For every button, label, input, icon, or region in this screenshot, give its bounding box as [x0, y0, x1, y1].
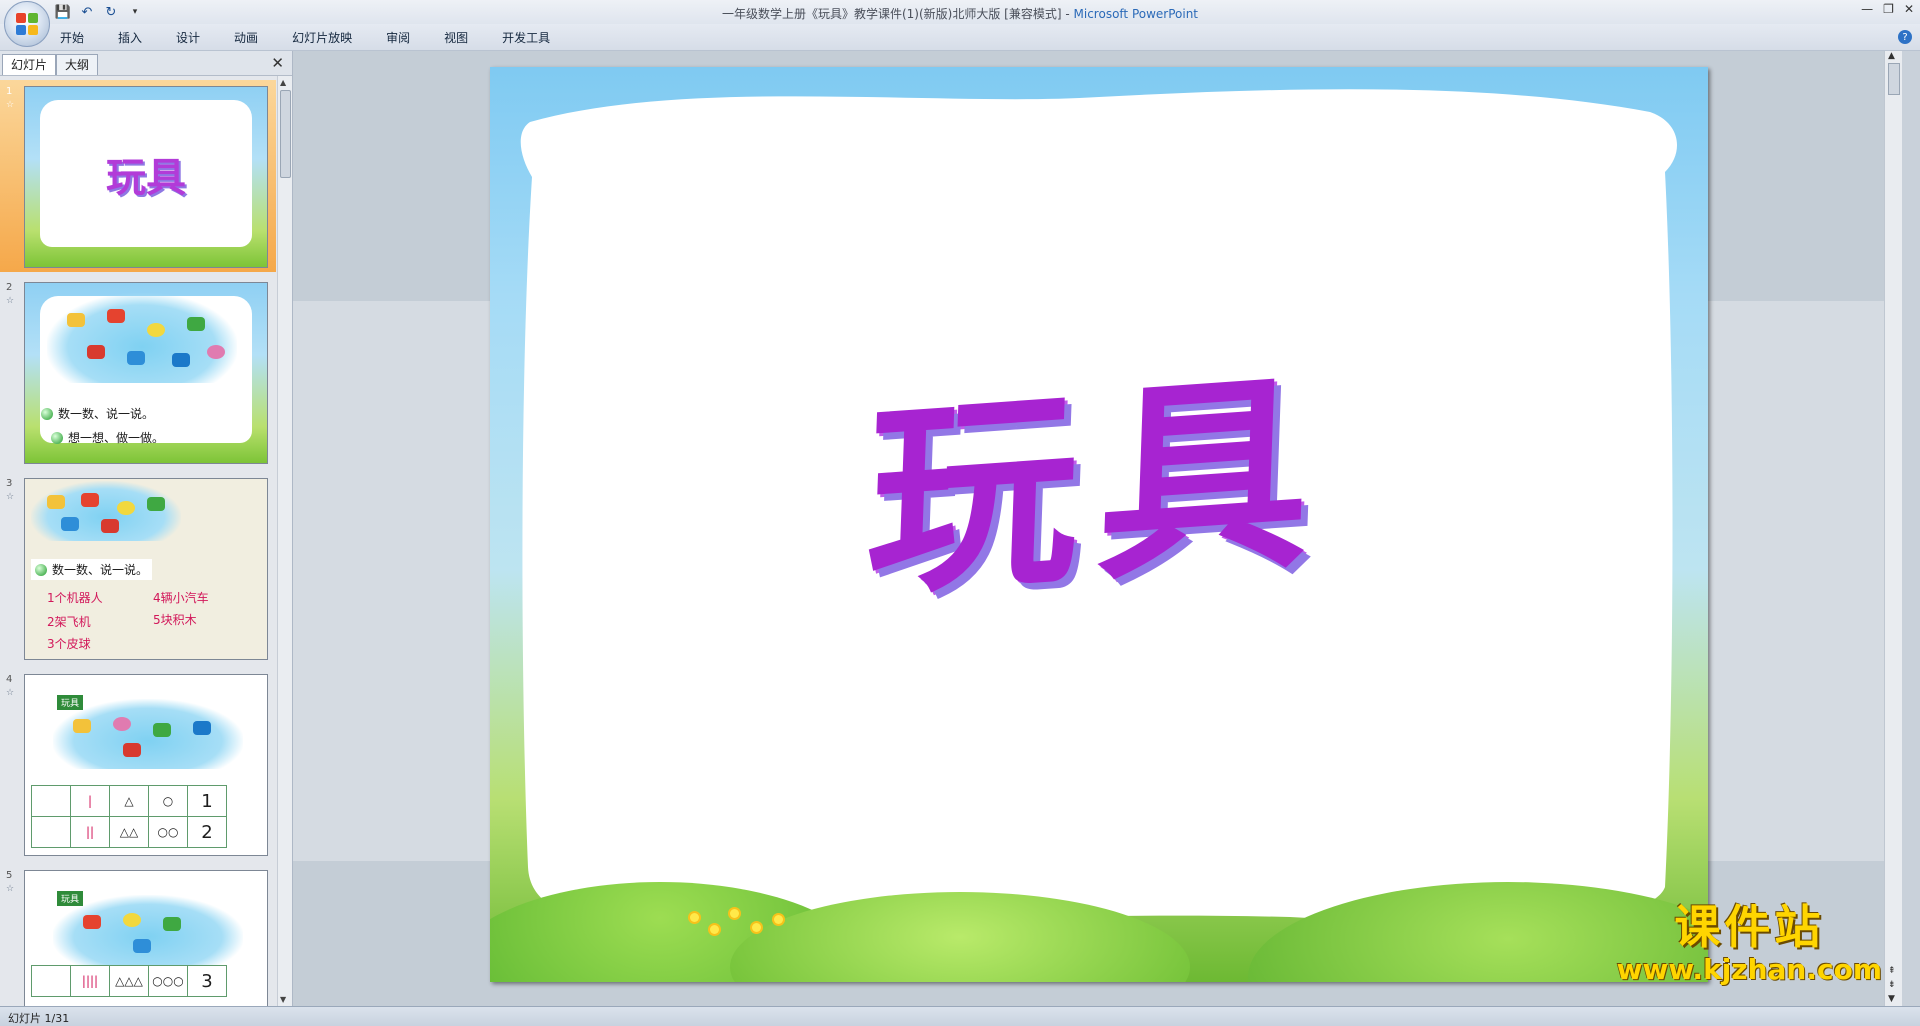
- thumbnail-item: 1个机器人: [47, 591, 103, 605]
- tab-developer[interactable]: 开发工具: [502, 29, 568, 46]
- scroll-down-icon[interactable]: ▼: [280, 995, 286, 1004]
- tab-outline[interactable]: 大纲: [56, 54, 99, 75]
- app-name: Microsoft PowerPoint: [1073, 7, 1199, 21]
- editor-scrollbar[interactable]: ▲ ⇞ ⇟ ▼: [1884, 51, 1902, 1006]
- close-button[interactable]: ✕: [1904, 2, 1914, 16]
- toys-illustration: [53, 895, 243, 965]
- toys-illustration: [31, 481, 181, 541]
- thumbnail-list: 1 ☆ 玩具 2 ☆ 数一数、说一说。 想一想、做一做。 3 ☆ 数一数、说一说…: [0, 76, 276, 1006]
- slide-number: 5: [6, 870, 13, 881]
- thumbnail-item: 3个皮球: [47, 637, 91, 651]
- thumbnail-table: |||| △△△ ○○○ 3: [31, 965, 227, 997]
- flower-icon: [774, 915, 783, 924]
- office-button[interactable]: [4, 1, 50, 47]
- slide-number: 4: [6, 674, 13, 685]
- tab-review[interactable]: 审阅: [386, 29, 428, 46]
- tab-view[interactable]: 视图: [444, 29, 486, 46]
- thumbnail-title: 玩具: [106, 154, 186, 201]
- toys-illustration: [47, 293, 237, 383]
- thumbnail-preview: 玩具 |||| △△△ ○○○ 3: [24, 870, 268, 1006]
- slide-thumbnail-1[interactable]: 1 ☆ 玩具: [0, 80, 276, 272]
- slide-counter: 幻灯片 1/31: [8, 1012, 70, 1025]
- next-slide-icon[interactable]: ⇟: [1888, 980, 1896, 990]
- thumbnail-item: 2架飞机: [47, 615, 91, 629]
- tab-design[interactable]: 设计: [176, 29, 218, 46]
- transition-star-icon: ☆: [6, 688, 15, 698]
- thumbnail-bullet: 数一数、说一说。: [41, 405, 154, 422]
- scroll-down-icon[interactable]: ▼: [1888, 994, 1895, 1004]
- restore-button[interactable]: ❐: [1883, 2, 1894, 16]
- minimize-button[interactable]: —: [1861, 2, 1873, 16]
- thumbnail-preview: 数一数、说一说。 1个机器人 2架飞机 3个皮球 4辆小汽车 5块积木: [24, 478, 268, 660]
- slide-thumbnail-3[interactable]: 3 ☆ 数一数、说一说。 1个机器人 2架飞机 3个皮球 4辆小汽车 5块积木: [0, 472, 276, 664]
- tab-slideshow[interactable]: 幻灯片放映: [292, 29, 370, 46]
- title-bar: 💾 ↶ ↻ ▾ 一年级数学上册《玩具》教学课件(1)(新版)北师大版 [兼容模式…: [0, 0, 1920, 47]
- slide-thumbnail-2[interactable]: 2 ☆ 数一数、说一说。 想一想、做一做。: [0, 276, 276, 468]
- window-title: 一年级数学上册《玩具》教学课件(1)(新版)北师大版 [兼容模式] - Micr…: [0, 5, 1920, 22]
- thumbnail-preview: 数一数、说一说。 想一想、做一做。: [24, 282, 268, 464]
- previous-slide-icon[interactable]: ⇞: [1888, 966, 1896, 976]
- slide-number: 3: [6, 478, 13, 489]
- slide-thumbnail-5[interactable]: 5 ☆ 玩具 |||| △△△ ○○○ 3: [0, 864, 276, 1006]
- watermark-logo: 课件站 www.kjzhan.com: [1617, 891, 1882, 986]
- flower-icon: [710, 925, 719, 934]
- panel-scrollbar[interactable]: ▲ ▼: [277, 76, 292, 1006]
- panel-scroll-thumb[interactable]: [280, 90, 291, 178]
- transition-star-icon: ☆: [6, 884, 15, 894]
- toys-illustration: [53, 699, 243, 769]
- status-bar: 幻灯片 1/31: [0, 1006, 1920, 1026]
- tab-home[interactable]: 开始: [60, 29, 102, 46]
- slide-thumbnail-4[interactable]: 4 ☆ 玩具 | △ ○ 1: [0, 668, 276, 860]
- editor-scroll-thumb[interactable]: [1888, 63, 1900, 95]
- watermark-name: 课件站: [1674, 900, 1825, 954]
- transition-star-icon: ☆: [6, 100, 15, 110]
- thumbnail-bullet: 想一想、做一做。: [51, 429, 164, 446]
- thumbnail-table: | △ ○ 1 || △△ ○○ 2: [31, 785, 227, 848]
- panel-tabs: 幻灯片 大纲 ✕: [0, 51, 292, 76]
- transition-star-icon: ☆: [6, 492, 15, 502]
- flower-icon: [752, 923, 761, 932]
- office-logo-icon: [16, 13, 38, 35]
- thumbnail-preview: 玩具 | △ ○ 1: [24, 674, 268, 856]
- flower-icon: [690, 913, 699, 922]
- slides-panel: 幻灯片 大纲 ✕ 1 ☆ 玩具 2 ☆ 数一数、说一说。 想一想、做一做。 3 …: [0, 51, 293, 1006]
- thumbnail-preview: 玩具: [24, 86, 268, 268]
- slide-number: 2: [6, 282, 13, 293]
- scroll-up-icon[interactable]: ▲: [280, 78, 286, 87]
- slide-number: 1: [6, 86, 13, 97]
- slide-editor: 玩具 课件站 www.kjzhan.com ▲ ⇞ ⇟ ▼: [293, 51, 1902, 1006]
- help-icon[interactable]: ?: [1898, 30, 1912, 44]
- close-panel-icon[interactable]: ✕: [271, 54, 284, 72]
- title-separator: -: [1065, 7, 1070, 21]
- flower-icon: [730, 909, 739, 918]
- ribbon-tabs: 开始 插入 设计 动画 幻灯片放映 审阅 视图 开发工具: [60, 29, 584, 46]
- thumbnail-bullet: 数一数、说一说。: [31, 559, 153, 580]
- watermark-url: www.kjzhan.com: [1616, 953, 1882, 986]
- document-title: 一年级数学上册《玩具》教学课件(1)(新版)北师大版 [兼容模式]: [721, 7, 1062, 21]
- thumbnail-item: 4辆小汽车: [153, 591, 209, 605]
- current-slide[interactable]: 玩具: [490, 67, 1708, 982]
- tab-insert[interactable]: 插入: [118, 29, 160, 46]
- tab-slides[interactable]: 幻灯片: [2, 54, 57, 75]
- window-controls: — ❐ ✕: [1861, 2, 1914, 16]
- thumbnail-item: 5块积木: [153, 613, 197, 627]
- ribbon: 开始 插入 设计 动画 幻灯片放映 审阅 视图 开发工具 ?: [0, 24, 1920, 51]
- scroll-up-icon[interactable]: ▲: [1888, 51, 1895, 61]
- transition-star-icon: ☆: [6, 296, 15, 306]
- tab-animations[interactable]: 动画: [234, 29, 276, 46]
